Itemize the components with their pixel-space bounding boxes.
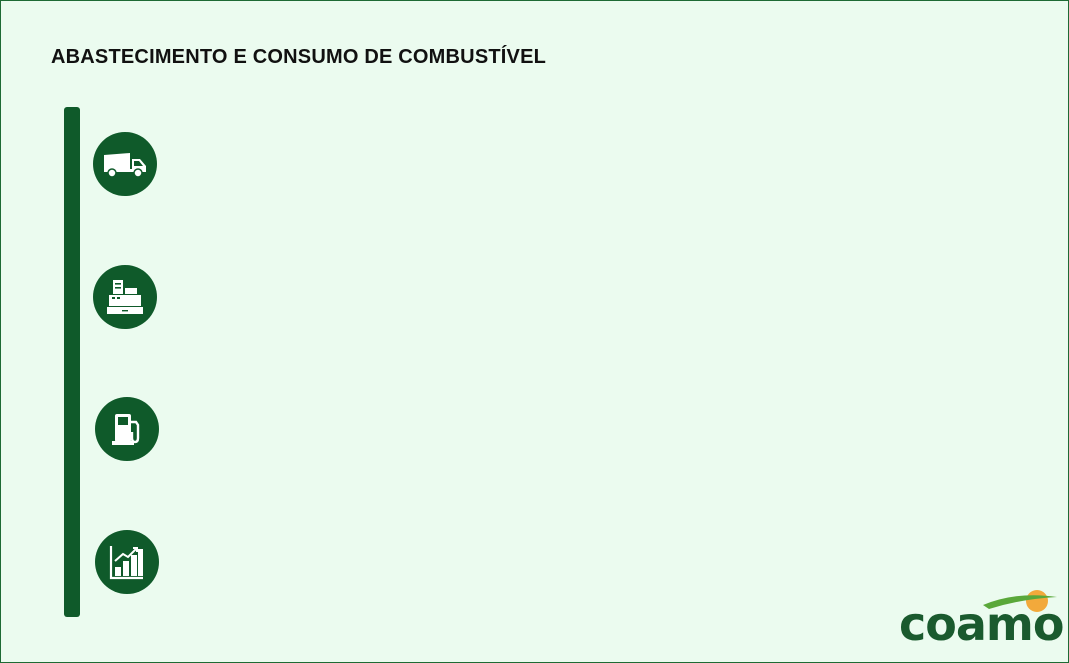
- truck-icon: [102, 149, 148, 179]
- logo-wordmark: coamo: [899, 597, 1064, 651]
- page-title: ABASTECIMENTO E CONSUMO DE COMBUSTÍVEL: [51, 46, 547, 68]
- step-2-circle: [93, 265, 157, 329]
- step-1-circle: [93, 132, 157, 196]
- coamo-logo: coamo: [897, 585, 1064, 651]
- fuel-pump-icon: [109, 410, 145, 448]
- timeline-bar: [64, 107, 80, 617]
- growth-chart-icon: [108, 543, 146, 581]
- step-4-circle: [95, 530, 159, 594]
- step-3-circle: [95, 397, 159, 461]
- cash-register-icon: [105, 278, 145, 316]
- slide-canvas: ABASTECIMENTO E CONSUMO DE COMBUSTÍVEL c…: [0, 0, 1069, 663]
